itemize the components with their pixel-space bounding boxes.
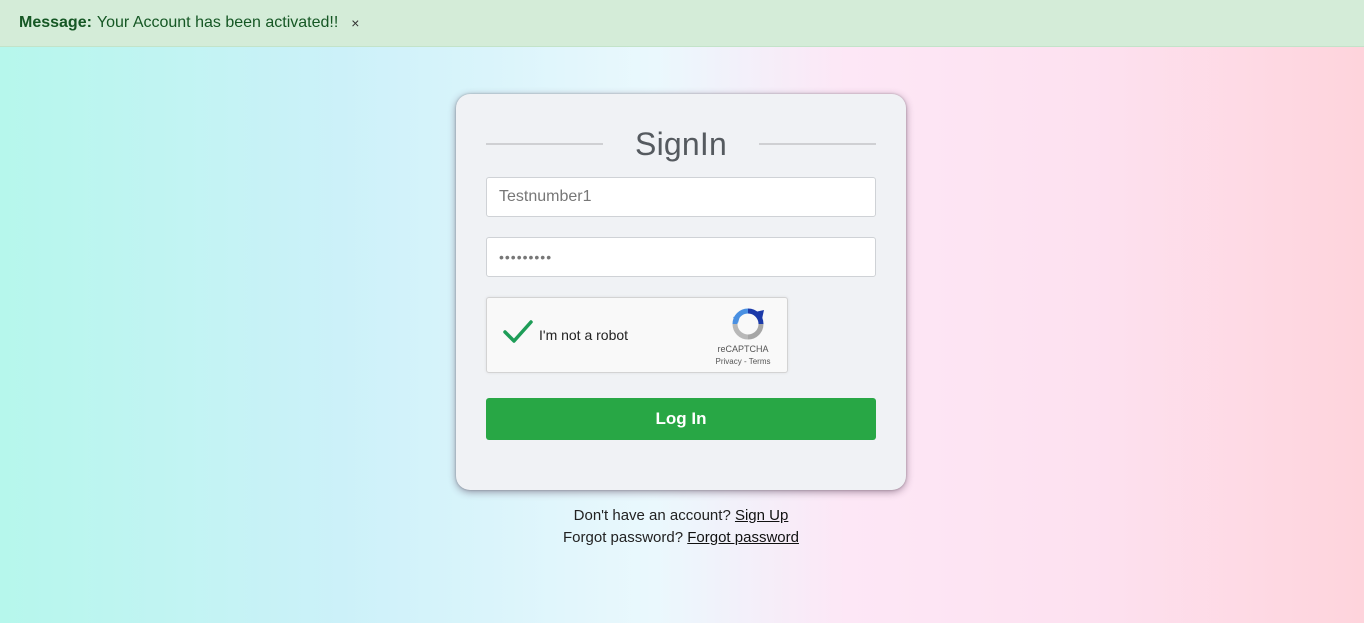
captcha-terms-link[interactable]: Terms xyxy=(749,357,771,366)
captcha-links: Privacy - Terms xyxy=(709,357,777,366)
captcha-brand: reCAPTCHA xyxy=(717,344,769,354)
recaptcha-logo-icon xyxy=(732,308,764,340)
captcha-privacy-link[interactable]: Privacy xyxy=(716,357,742,366)
forgot-prompt: Forgot password? xyxy=(563,529,684,546)
recaptcha-widget: I'm not a robot reCAPTCHA Privacy - Term… xyxy=(486,297,788,373)
username-field[interactable] xyxy=(486,177,876,217)
forgot-password-link[interactable]: Forgot password xyxy=(687,529,799,546)
alert-label: Message: xyxy=(19,14,92,31)
title-divider-right xyxy=(759,143,876,145)
title-row: SignIn xyxy=(486,124,876,164)
captcha-label: I'm not a robot xyxy=(539,327,629,343)
signup-prompt: Don't have an account? xyxy=(573,507,731,524)
login-button[interactable]: Log In xyxy=(486,398,876,440)
password-field[interactable] xyxy=(486,237,876,277)
checkmark-icon[interactable] xyxy=(503,320,533,344)
signup-link[interactable]: Sign Up xyxy=(735,507,788,524)
signup-row: Don't have an account? Sign Up xyxy=(456,507,906,524)
signin-card: SignIn I'm not a robot reCAPTCHA Privacy… xyxy=(456,94,906,490)
page-title: SignIn xyxy=(635,125,727,162)
close-icon[interactable]: × xyxy=(351,16,359,30)
forgot-row: Forgot password? Forgot password xyxy=(456,529,906,546)
title-divider-left xyxy=(486,143,603,145)
captcha-link-separator: - xyxy=(741,357,749,366)
alert-message: Your Account has been activated!! xyxy=(96,14,339,31)
alert-banner: Message: Your Account has been activated… xyxy=(0,0,1364,47)
